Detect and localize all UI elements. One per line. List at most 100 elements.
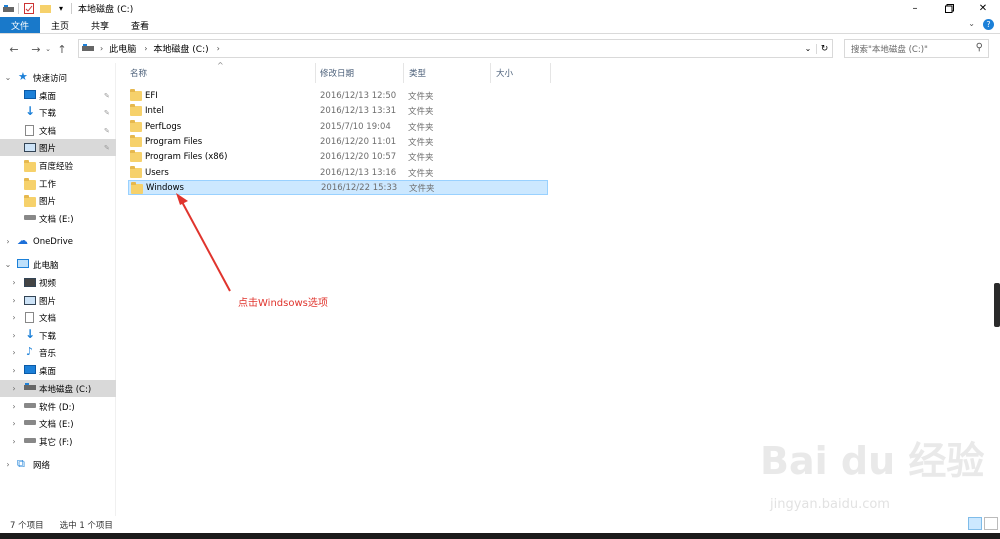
expand-icon[interactable]: › [10, 366, 18, 375]
properties-icon[interactable] [23, 3, 35, 15]
new-folder-icon[interactable] [39, 3, 51, 15]
file-row-windows[interactable]: Windows 2016/12/22 15:33 文件夹 [128, 180, 548, 195]
file-row-program-files[interactable]: Program Files 2016/12/20 11:01 文件夹 [128, 134, 548, 149]
column-header-size[interactable]: 大小 [496, 63, 513, 83]
file-row-perflogs[interactable]: PerfLogs 2015/7/10 19:04 文件夹 [128, 119, 548, 134]
breadcrumb-this-pc[interactable]: 此电脑 [109, 42, 136, 55]
tab-home[interactable]: 主页 [40, 17, 80, 33]
refresh-icon[interactable]: ↻ [816, 43, 832, 54]
ribbon-tabs: 文件 主页 共享 查看 ⌄ ? [0, 17, 1000, 34]
nav-item-desktop[interactable]: 桌面 ✎ [0, 87, 116, 104]
nav-pc-music[interactable]: › ♪ 音乐 [0, 344, 116, 361]
taskbar-edge [0, 533, 1000, 539]
file-row-program-files-x86[interactable]: Program Files (x86) 2016/12/20 10:57 文件夹 [128, 149, 548, 164]
expand-icon[interactable]: › [10, 313, 18, 322]
nav-pc-desktop[interactable]: › 桌面 [0, 362, 116, 379]
expand-icon[interactable]: › [10, 384, 18, 393]
expand-icon[interactable]: › [10, 419, 18, 428]
maximize-icon[interactable] [932, 0, 966, 17]
side-scroll-handle[interactable] [994, 283, 1000, 327]
tab-view[interactable]: 查看 [120, 17, 160, 33]
column-divider[interactable] [315, 63, 316, 83]
column-divider[interactable] [403, 63, 404, 83]
computer-icon [17, 259, 29, 270]
expand-icon[interactable]: › [10, 296, 18, 305]
nav-pc-documents-e[interactable]: › 文档 (E:) [0, 415, 116, 432]
pin-icon: ✎ [104, 108, 110, 117]
column-divider[interactable] [490, 63, 491, 83]
nav-pc-documents[interactable]: › 文档 [0, 309, 116, 326]
nav-this-pc[interactable]: ⌄ 此电脑 [0, 256, 116, 273]
expand-icon[interactable]: › [10, 437, 18, 446]
minimize-icon[interactable]: – [898, 0, 932, 17]
column-header-type[interactable]: 类型 [409, 63, 426, 83]
nav-onedrive[interactable]: › ☁ OneDrive [0, 233, 116, 250]
nav-item-pictures[interactable]: 图片 ✎ [0, 139, 116, 156]
nav-pc-local-disk-c[interactable]: › 本地磁盘 (C:) [0, 380, 116, 397]
expand-icon[interactable]: › [10, 331, 18, 340]
expand-icon[interactable]: › [10, 402, 18, 411]
document-icon [24, 125, 36, 136]
nav-pc-software-d[interactable]: › 软件 (D:) [0, 398, 116, 415]
nav-item-documents[interactable]: 文档 ✎ [0, 122, 116, 139]
tab-file[interactable]: 文件 [0, 17, 41, 33]
nav-item-work[interactable]: 工作 [0, 175, 116, 192]
file-row-intel[interactable]: Intel 2016/12/13 13:31 文件夹 [128, 103, 548, 118]
drive-icon [82, 43, 94, 55]
nav-item-label: OneDrive [33, 236, 73, 247]
tab-share[interactable]: 共享 [80, 17, 120, 33]
nav-quick-access[interactable]: ⌄ ★ 快速访问 [0, 69, 116, 86]
folder-icon [24, 178, 36, 191]
nav-item-downloads[interactable]: ↓ 下载 ✎ [0, 104, 116, 121]
column-header-date[interactable]: 修改日期 [320, 63, 354, 83]
nav-item-pictures-folder[interactable]: 图片 [0, 192, 116, 209]
back-arrow-icon[interactable]: ← [6, 41, 22, 57]
nav-pc-other-f[interactable]: › 其它 (F:) [0, 433, 116, 450]
folder-icon [130, 166, 142, 178]
drive-icon [24, 400, 36, 411]
breadcrumb-separator-icon[interactable]: › [144, 44, 147, 53]
file-row-efi[interactable]: EFI 2016/12/13 12:50 文件夹 [128, 88, 548, 103]
breadcrumb-separator-icon[interactable]: › [100, 44, 103, 53]
file-type: 文件夹 [408, 106, 434, 117]
folder-icon [24, 160, 36, 173]
up-arrow-icon[interactable]: ↑ [54, 41, 70, 57]
nav-item-documents-e[interactable]: 文档 (E:) [0, 210, 116, 227]
folder-icon [24, 195, 36, 208]
help-icon[interactable]: ? [983, 19, 994, 30]
expand-icon[interactable]: › [4, 237, 12, 246]
nav-item-baidu-jingyan[interactable]: 百度经验 [0, 157, 116, 174]
expand-icon[interactable]: › [4, 460, 12, 469]
expand-icon[interactable]: › [10, 348, 18, 357]
large-icons-view-icon[interactable] [984, 517, 998, 530]
nav-pc-videos[interactable]: › 视频 [0, 274, 116, 291]
forward-arrow-icon[interactable]: → [28, 41, 44, 57]
search-input[interactable]: 搜索"本地磁盘 (C:)" ⚲ [844, 39, 989, 58]
expand-ribbon-icon[interactable]: ⌄ [968, 19, 975, 30]
search-icon[interactable]: ⚲ [976, 42, 983, 53]
nav-item-label: 网络 [33, 460, 51, 471]
details-view-icon[interactable] [968, 517, 982, 530]
nav-pc-pictures[interactable]: › 图片 [0, 292, 116, 309]
pin-icon: ✎ [104, 143, 110, 152]
column-header-name[interactable]: 名称 [130, 63, 147, 83]
customize-toolbar-icon[interactable]: ▾ [55, 3, 67, 15]
address-bar[interactable]: › 此电脑 › 本地磁盘 (C:) › ⌄ ↻ [78, 39, 833, 58]
column-divider[interactable] [550, 63, 551, 83]
folder-icon [130, 150, 142, 162]
nav-network[interactable]: › ⧉ 网络 [0, 456, 116, 473]
nav-item-label: 文档 (E:) [39, 214, 74, 225]
collapse-icon[interactable]: ⌄ [4, 260, 12, 269]
recent-locations-icon[interactable]: ⌄ [44, 41, 52, 57]
file-name: Program Files [145, 136, 203, 147]
nav-pc-downloads[interactable]: › ↓ 下载 [0, 327, 116, 344]
breadcrumb-separator-icon[interactable]: › [217, 44, 220, 53]
collapse-icon[interactable]: ⌄ [4, 73, 12, 82]
toolbar-divider [18, 3, 19, 14]
file-row-users[interactable]: Users 2016/12/13 13:16 文件夹 [128, 165, 548, 180]
nav-item-label: 其它 (F:) [39, 437, 73, 448]
close-icon[interactable]: ✕ [966, 0, 1000, 17]
address-dropdown-icon[interactable]: ⌄ [800, 44, 816, 53]
expand-icon[interactable]: › [10, 278, 18, 287]
breadcrumb-local-disk[interactable]: 本地磁盘 (C:) [153, 42, 208, 55]
